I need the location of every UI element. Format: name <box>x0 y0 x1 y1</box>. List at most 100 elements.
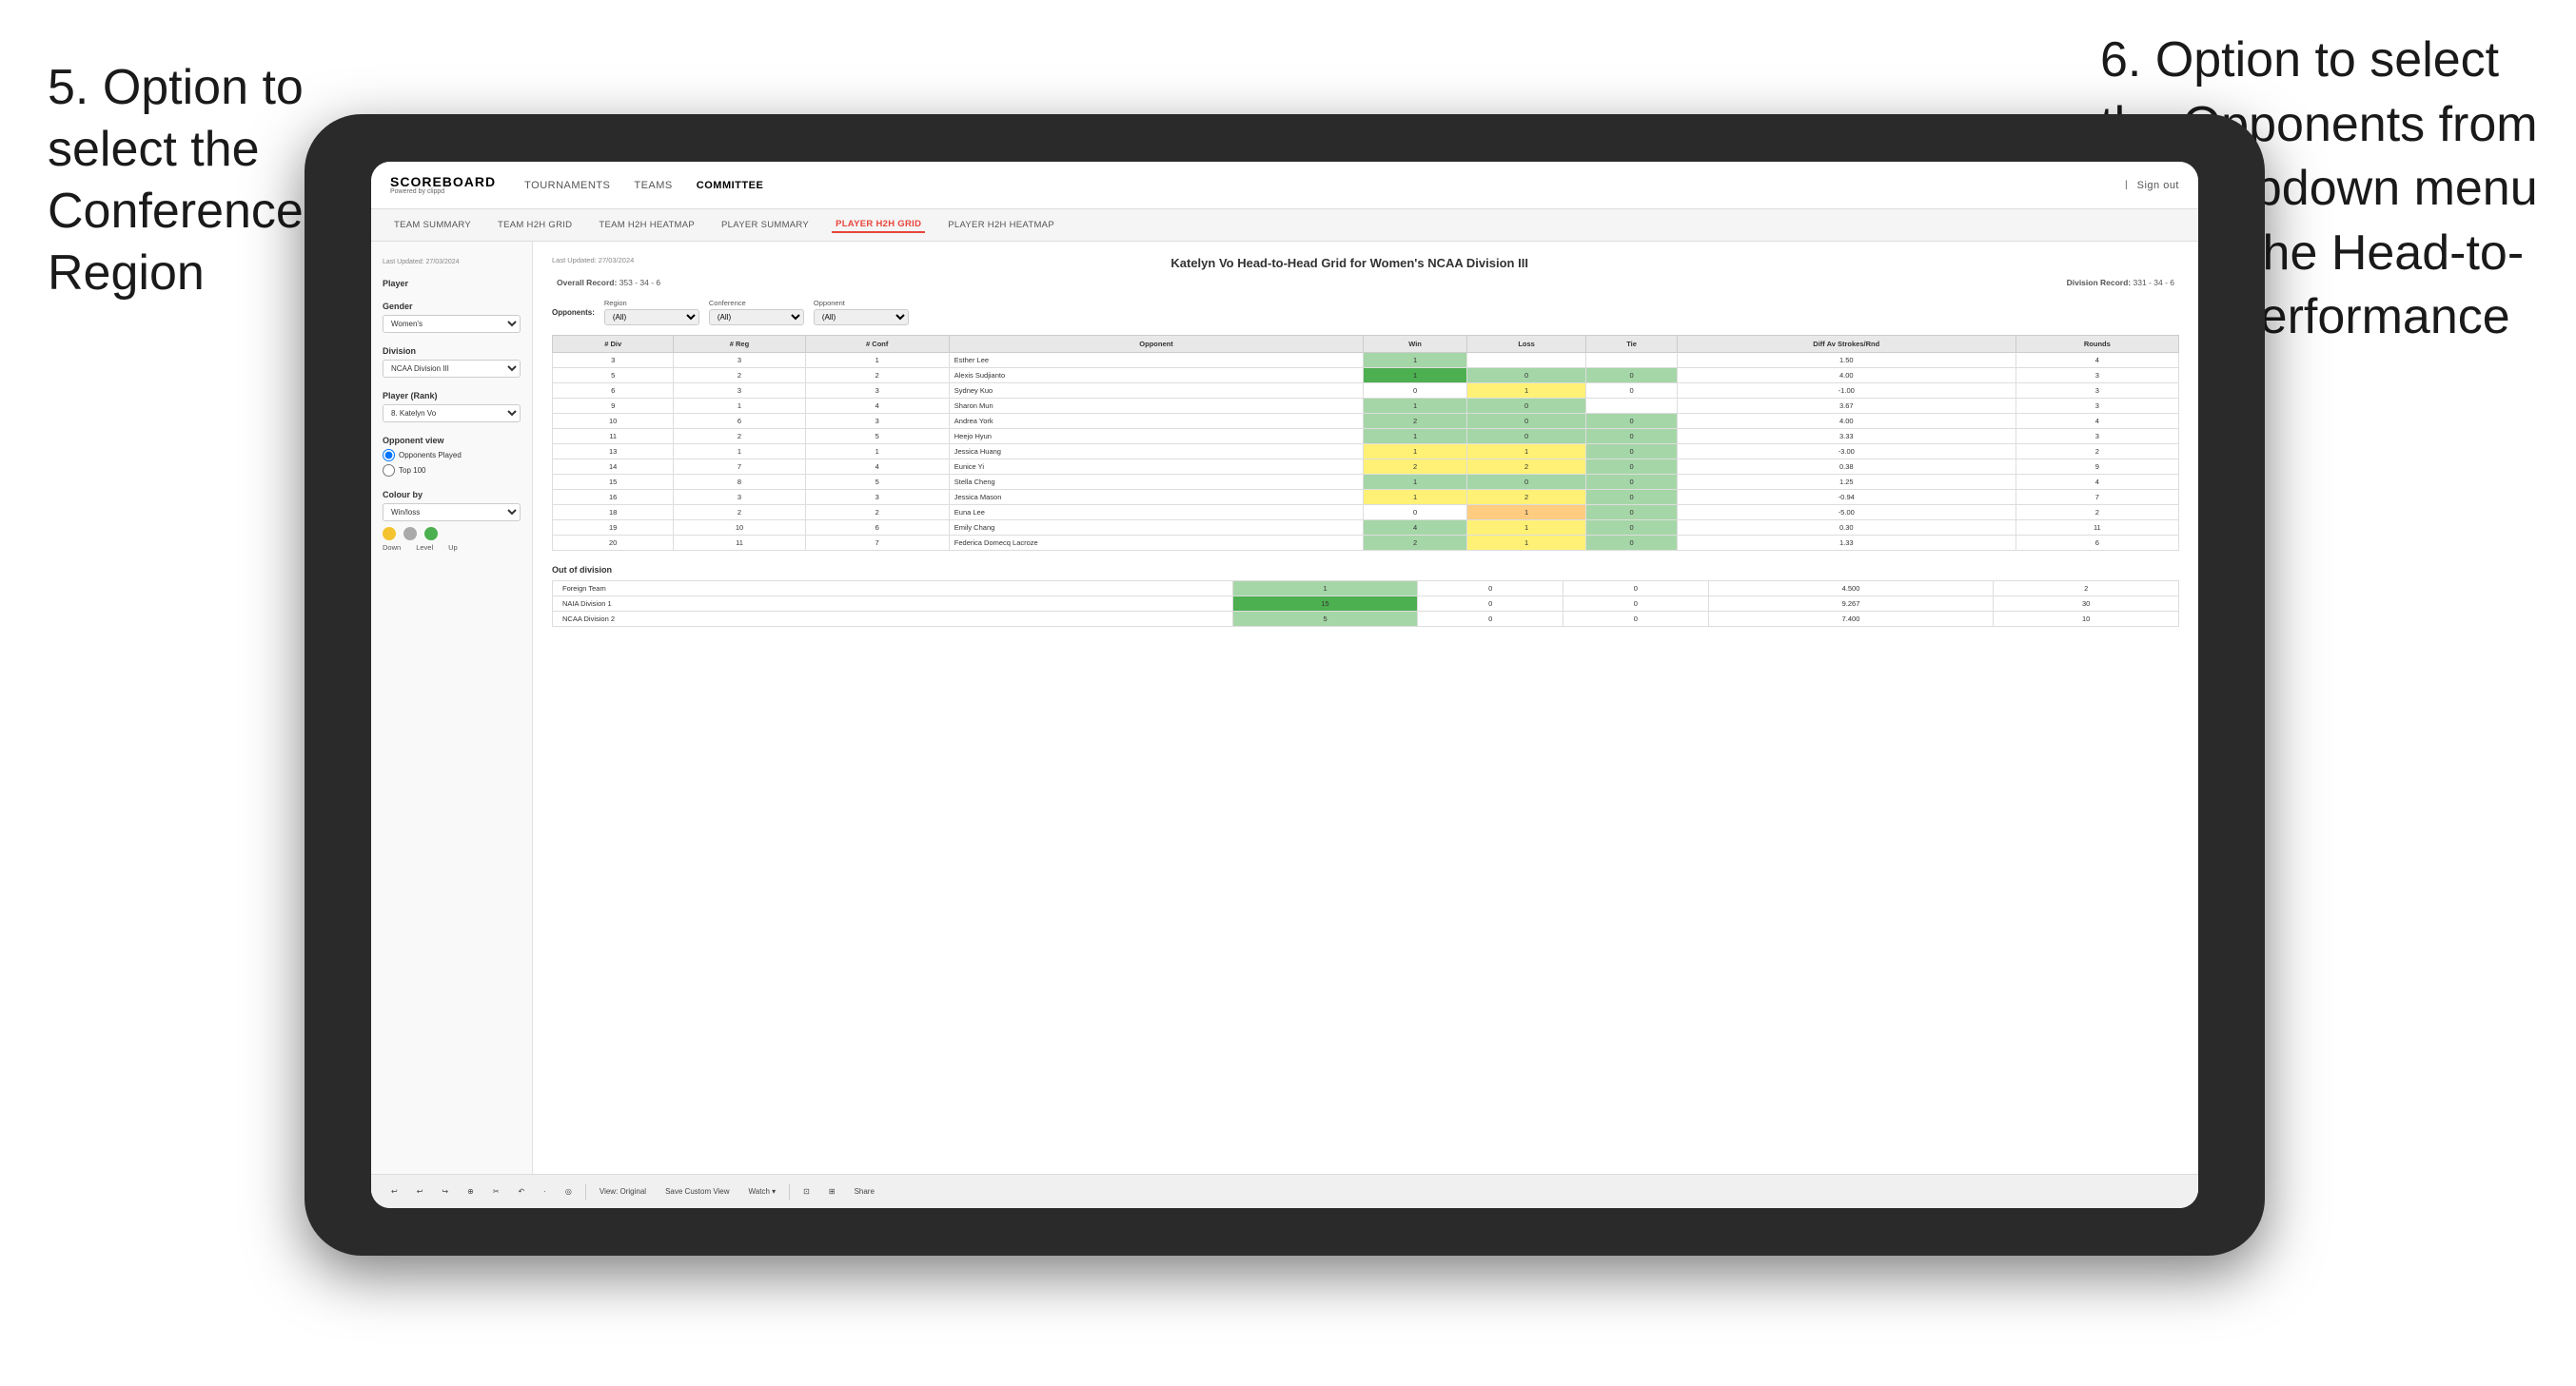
out-table-body: Foreign Team 1 0 0 4.500 2 NAIA Division… <box>553 581 2179 627</box>
toolbar-sep1 <box>585 1184 586 1200</box>
out-table-row: NAIA Division 1 15 0 0 9.267 30 <box>553 596 2179 612</box>
nav-separator: | <box>2125 180 2128 190</box>
table-row: 3 3 1 Esther Lee 1 1.50 4 <box>553 353 2179 368</box>
sub-nav-player-summary[interactable]: PLAYER SUMMARY <box>718 218 813 232</box>
toolbar-undo2[interactable]: ↩ <box>411 1184 429 1199</box>
th-loss: Loss <box>1466 336 1585 353</box>
sub-nav-team-summary[interactable]: TEAM SUMMARY <box>390 218 475 232</box>
th-win: Win <box>1364 336 1467 353</box>
radio-opponents-played[interactable]: Opponents Played <box>383 449 521 461</box>
sidebar-division: Division NCAA Division III NCAA Division… <box>383 346 521 378</box>
sub-nav: TEAM SUMMARY TEAM H2H GRID TEAM H2H HEAT… <box>371 209 2198 242</box>
logo: SCOREBOARD Powered by clippd <box>390 175 496 195</box>
toolbar-watch[interactable]: Watch ▾ <box>743 1184 782 1199</box>
region-filter: Region (All) <box>604 299 699 325</box>
report-title: Katelyn Vo Head-to-Head Grid for Women's… <box>634 256 2065 270</box>
sub-nav-team-h2h-heatmap[interactable]: TEAM H2H HEATMAP <box>595 218 698 232</box>
opponent-select[interactable]: (All) <box>814 309 909 325</box>
player-rank-select[interactable]: 8. Katelyn Vo <box>383 404 521 422</box>
th-div: # Div <box>553 336 674 353</box>
records-row: Overall Record: 353 - 34 - 6 Division Re… <box>552 278 2179 287</box>
logo-sub: Powered by clippd <box>390 188 496 195</box>
out-of-division-table: Foreign Team 1 0 0 4.500 2 NAIA Division… <box>552 580 2179 627</box>
overall-record: Overall Record: 353 - 34 - 6 <box>557 278 660 287</box>
opponent-filter: Opponent (All) <box>814 299 909 325</box>
toolbar-view-original[interactable]: View: Original <box>594 1184 652 1199</box>
region-select[interactable]: (All) <box>604 309 699 325</box>
sidebar-gender: Gender Women's Men's <box>383 302 521 333</box>
sidebar: Last Updated: 27/03/2024 Player Gender W… <box>371 242 533 1208</box>
color-down-label: Down <box>383 543 401 552</box>
opponent-label: Opponent <box>814 299 909 307</box>
colour-by-select[interactable]: Win/loss <box>383 503 521 521</box>
color-level-circle <box>403 527 417 540</box>
table-header-row: # Div # Reg # Conf Opponent Win Loss Tie… <box>553 336 2179 353</box>
sign-out-link[interactable]: Sign out <box>2137 176 2179 195</box>
toolbar-grid1[interactable]: ⊡ <box>797 1184 816 1199</box>
table-row: 10 6 3 Andrea York 2 0 0 4.00 4 <box>553 414 2179 429</box>
toolbar-dot[interactable]: · <box>538 1184 552 1199</box>
toolbar-save-custom[interactable]: Save Custom View <box>659 1184 735 1199</box>
nav-teams[interactable]: TEAMS <box>634 176 672 195</box>
division-select[interactable]: NCAA Division III NCAA Division I NCAA D… <box>383 360 521 378</box>
sub-nav-team-h2h-grid[interactable]: TEAM H2H GRID <box>494 218 576 232</box>
color-level-label: Level <box>416 543 433 552</box>
nav-committee[interactable]: COMMITTEE <box>697 176 764 195</box>
report-last-updated: Last Updated: 27/03/2024 <box>552 256 634 264</box>
th-rounds: Rounds <box>2016 336 2178 353</box>
out-table-row: NCAA Division 2 5 0 0 7.400 10 <box>553 612 2179 627</box>
filters-container: Opponents: Region (All) Conference (All) <box>552 299 2179 325</box>
top-nav: SCOREBOARD Powered by clippd TOURNAMENTS… <box>371 162 2198 209</box>
sidebar-opponent-view: Opponent view Opponents Played Top 100 <box>383 436 521 477</box>
toolbar-undo[interactable]: ↩ <box>385 1184 403 1199</box>
opponents-filter-label: Opponents: <box>552 308 595 317</box>
sidebar-opponent-view-label: Opponent view <box>383 436 521 445</box>
toolbar-redo[interactable]: ↪ <box>436 1184 454 1199</box>
out-table-row: Foreign Team 1 0 0 4.500 2 <box>553 581 2179 596</box>
sub-nav-player-h2h-grid[interactable]: PLAYER H2H GRID <box>832 217 925 233</box>
gender-select[interactable]: Women's Men's <box>383 315 521 333</box>
sidebar-player: Player <box>383 279 521 288</box>
table-body: 3 3 1 Esther Lee 1 1.50 4 5 2 2 Alexis S… <box>553 353 2179 551</box>
toolbar-sep2 <box>789 1184 790 1200</box>
sub-nav-player-h2h-heatmap[interactable]: PLAYER H2H HEATMAP <box>944 218 1058 232</box>
color-circles <box>383 527 521 540</box>
toolbar-grid2[interactable]: ⊞ <box>823 1184 841 1199</box>
th-reg: # Reg <box>674 336 805 353</box>
tablet-device: SCOREBOARD Powered by clippd TOURNAMENTS… <box>305 114 2265 1256</box>
out-of-division-title: Out of division <box>552 565 2179 575</box>
table-row: 18 2 2 Euna Lee 0 1 0 -5.00 2 <box>553 505 2179 520</box>
th-tie: Tie <box>1586 336 1677 353</box>
radio-top100[interactable]: Top 100 <box>383 464 521 477</box>
toolbar-back[interactable]: ↶ <box>513 1184 531 1199</box>
conference-filter: Conference (All) <box>709 299 804 325</box>
division-record: Division Record: 331 - 34 - 6 <box>2067 278 2174 287</box>
sidebar-colour-by: Colour by Win/loss Down Level Up <box>383 490 521 552</box>
logo-main: SCOREBOARD <box>390 175 496 188</box>
toolbar-cut[interactable]: ✂ <box>487 1184 505 1199</box>
table-row: 14 7 4 Eunice Yi 2 2 0 0.38 9 <box>553 459 2179 475</box>
main-data-table: # Div # Reg # Conf Opponent Win Loss Tie… <box>552 335 2179 551</box>
th-diff: Diff Av Strokes/Rnd <box>1677 336 2016 353</box>
nav-tournaments[interactable]: TOURNAMENTS <box>524 176 610 195</box>
th-conf: # Conf <box>805 336 949 353</box>
region-label: Region <box>604 299 699 307</box>
table-row: 13 1 1 Jessica Huang 1 1 0 -3.00 2 <box>553 444 2179 459</box>
toolbar-share[interactable]: Share <box>849 1184 880 1199</box>
nav-right: | Sign out <box>2125 176 2179 195</box>
tablet-screen: SCOREBOARD Powered by clippd TOURNAMENTS… <box>371 162 2198 1208</box>
sidebar-last-updated: Last Updated: 27/03/2024 <box>383 256 521 265</box>
toolbar-add[interactable]: ⊕ <box>462 1184 480 1199</box>
sidebar-gender-label: Gender <box>383 302 521 311</box>
nav-links: TOURNAMENTS TEAMS COMMITTEE <box>524 176 2096 195</box>
report-area: Last Updated: 27/03/2024 Katelyn Vo Head… <box>533 242 2198 1208</box>
sidebar-colour-label: Colour by <box>383 490 521 499</box>
table-row: 19 10 6 Emily Chang 4 1 0 0.30 11 <box>553 520 2179 536</box>
main-content: Last Updated: 27/03/2024 Player Gender W… <box>371 242 2198 1208</box>
color-up-circle <box>424 527 438 540</box>
bottom-toolbar: ↩ ↩ ↪ ⊕ ✂ ↶ · ◎ View: Original Save Cust… <box>371 1174 2198 1208</box>
toolbar-circle[interactable]: ◎ <box>560 1184 578 1199</box>
conference-select[interactable]: (All) <box>709 309 804 325</box>
table-row: 11 2 5 Heejo Hyun 1 0 0 3.33 3 <box>553 429 2179 444</box>
conference-label: Conference <box>709 299 804 307</box>
